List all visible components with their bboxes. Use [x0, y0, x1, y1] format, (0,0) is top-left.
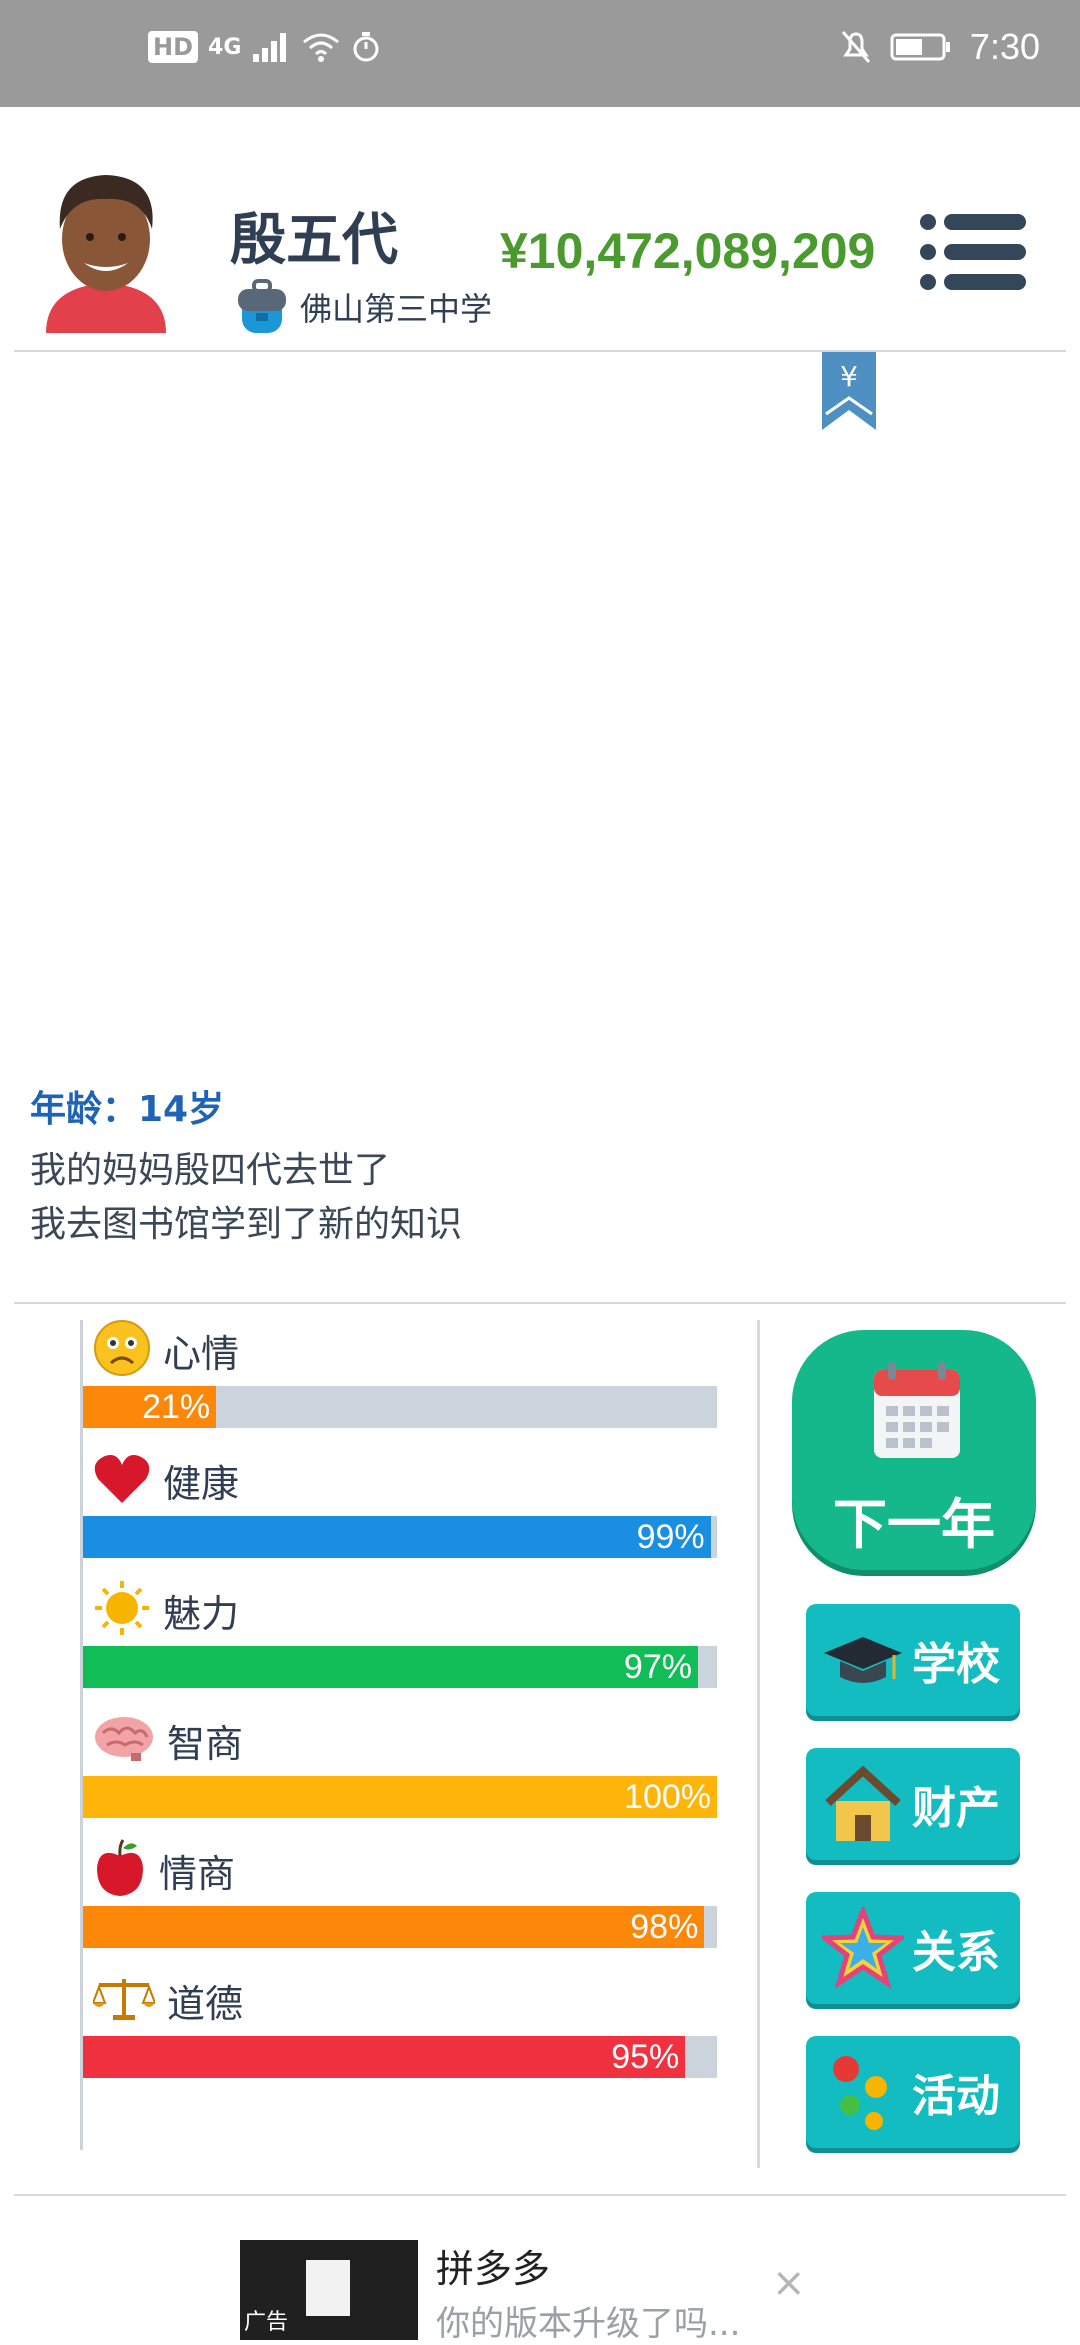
stat-value: 97% [623, 1648, 692, 1686]
stat-label: 情商 [159, 1851, 236, 1896]
activities-button[interactable]: 活动 [806, 2036, 1020, 2148]
bell-off-icon [841, 31, 871, 63]
stat-header: 道德 [91, 1970, 723, 2030]
property-label: 财产 [912, 1783, 1000, 1834]
stat-label: 道德 [167, 1981, 244, 2026]
character-name: 殷五代 [230, 208, 398, 273]
ad-banner[interactable]: 广告 拼多多 你的版本升级了吗... × [0, 2196, 1080, 2344]
stat-value: 21% [142, 1388, 211, 1426]
clock-time: 7:30 [969, 26, 1040, 67]
stat-row: 心情 21% [83, 1320, 723, 1428]
hd-indicator: HD [148, 31, 199, 63]
sad-face-icon [93, 1319, 151, 1381]
wifi-icon [303, 33, 340, 62]
relations-button[interactable]: 关系 [806, 1892, 1020, 2004]
status-bar: HD 4G 7:30 [0, 0, 1080, 107]
ad-thumbnail-image [306, 2260, 350, 2316]
sun-icon [93, 1579, 151, 1641]
svg-text:¥: ¥ [840, 360, 858, 393]
stat-header: 情商 [93, 1838, 723, 1902]
menu-icon[interactable] [920, 212, 1026, 292]
stat-header: 智商 [93, 1710, 723, 1770]
stat-row: 魅力 97% [83, 1580, 723, 1688]
school-label: 学校 [912, 1639, 1000, 1690]
stat-bar-fill: 97% [83, 1646, 698, 1688]
scales-icon [91, 1975, 157, 2025]
graduation-cap-icon [824, 1637, 902, 1683]
stat-row: 智商 100% [83, 1710, 723, 1818]
stats-panel: 心情 21% 健康 99% 魅力 97% 智商 100% 情商 98% 道德 95% [80, 1320, 723, 2150]
next-year-button[interactable]: 下一年 [792, 1330, 1036, 1570]
stat-value: 95% [611, 2038, 680, 2076]
stat-label: 健康 [163, 1461, 240, 1506]
ad-title[interactable]: 拼多多 [436, 2238, 550, 2293]
school-button[interactable]: 学校 [806, 1604, 1020, 1716]
panel-separator [757, 1320, 760, 2168]
stat-bar-fill: 98% [83, 1906, 705, 1948]
school-bag-icon [238, 279, 286, 333]
ad-subtitle[interactable]: 你的版本升级了吗... [436, 2296, 740, 2345]
apple-icon [93, 1838, 147, 1902]
stat-bar: 95% [83, 2036, 717, 2078]
stat-value: 98% [630, 1908, 699, 1946]
stat-bar: 97% [83, 1646, 717, 1688]
property-button[interactable]: 财产 [806, 1748, 1020, 1860]
activity-dots-icon [833, 2056, 887, 2130]
money-balance: ¥10,472,089,209 [500, 223, 876, 279]
network-indicator: 4G [208, 34, 242, 60]
stat-value: 99% [636, 1518, 705, 1556]
stat-label: 智商 [167, 1721, 244, 1766]
stat-row: 健康 99% [83, 1450, 723, 1558]
stat-bar: 100% [83, 1776, 717, 1818]
event-log: 年龄：14岁 我的妈妈殷四代去世了 我去图书馆学到了新的知识 [30, 1080, 462, 1252]
age-label: 年龄：14岁 [30, 1089, 225, 1130]
stat-bar-fill: 95% [83, 2036, 686, 2078]
stat-header: 健康 [93, 1450, 723, 1510]
ad-thumbnail[interactable]: 广告 [240, 2240, 418, 2340]
profile-header: 殷五代 佛山第三中学 ¥10,472,089,209 [0, 107, 1080, 352]
stat-bar-fill: 100% [83, 1776, 717, 1818]
calendar-icon [874, 1362, 960, 1458]
battery-icon [890, 33, 950, 61]
school-name: 佛山第三中学 [300, 290, 493, 328]
stat-bar-fill: 21% [83, 1386, 217, 1428]
status-right: 7:30 [840, 26, 1040, 68]
timer-icon [353, 32, 379, 62]
stat-bar: 99% [83, 1516, 717, 1558]
ad-tag: 广告 [244, 2310, 289, 2335]
house-icon [825, 1765, 901, 1841]
stat-label: 魅力 [163, 1591, 240, 1636]
log-line: 我的妈妈殷四代去世了 [30, 1150, 391, 1191]
stat-value: 100% [624, 1778, 711, 1816]
stat-bar: 98% [83, 1906, 717, 1948]
school-row: 佛山第三中学 [236, 279, 492, 335]
log-divider [14, 1302, 1066, 1304]
heart-icon [93, 1451, 151, 1509]
stat-row: 道德 95% [83, 1970, 723, 2078]
relations-label: 关系 [912, 1927, 1000, 1978]
signal-icon [253, 33, 287, 62]
stat-bar-fill: 99% [83, 1516, 711, 1558]
brain-icon [93, 1713, 155, 1767]
header-divider [14, 350, 1066, 352]
log-line: 我去图书馆学到了新的知识 [30, 1204, 463, 1245]
stat-label: 心情 [163, 1331, 240, 1376]
stat-header: 心情 [93, 1320, 723, 1380]
stat-bar: 21% [83, 1386, 717, 1428]
stat-header: 魅力 [93, 1580, 723, 1640]
next-year-label: 下一年 [833, 1493, 995, 1556]
stat-row: 情商 98% [83, 1838, 723, 1948]
yen-bookmark-icon[interactable]: ¥ [822, 352, 876, 430]
status-left: HD 4G [148, 30, 381, 64]
activities-label: 活动 [912, 2071, 1000, 2122]
ad-close-icon[interactable]: × [772, 2260, 806, 2306]
avatar[interactable] [46, 167, 166, 333]
star-icon [822, 1907, 904, 1989]
